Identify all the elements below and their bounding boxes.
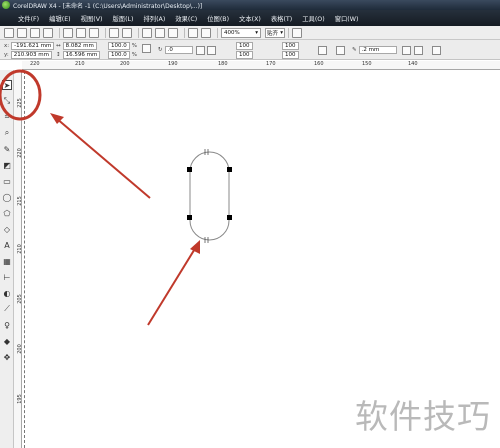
- menu-arrange[interactable]: 排列(A): [143, 14, 165, 23]
- round-corners-lock-icon[interactable]: [318, 46, 327, 55]
- interactive-blend-tool-icon[interactable]: ◐: [2, 288, 12, 298]
- shape-tool-icon[interactable]: ⤡: [2, 96, 12, 106]
- smart-fill-tool-icon[interactable]: ◩: [2, 160, 12, 170]
- menu-bar: 文件(F) 编辑(E) 视图(V) 版面(L) 排列(A) 效果(C) 位图(B…: [0, 10, 500, 26]
- to-front-icon[interactable]: [402, 46, 411, 55]
- width-icon: ↔: [56, 43, 61, 49]
- width-field[interactable]: ↔ 8.082 mm: [56, 42, 97, 50]
- undo-icon[interactable]: [109, 27, 119, 38]
- table-tool-icon[interactable]: ▦: [2, 256, 12, 266]
- rectangle-tool-icon[interactable]: ▭: [2, 176, 12, 186]
- eyedropper-tool-icon[interactable]: ⟋: [2, 304, 12, 314]
- new-document-icon[interactable]: [4, 27, 14, 38]
- toolbox: ➤ ⤡ ⌗ ⌕ ✎ ◩ ▭ ◯ ⬠ ◇ A ▦ ⊢ ◐ ⟋ ♀ ◆ ✥: [0, 70, 14, 448]
- vertical-ruler[interactable]: 225 220 215 210 205 200 195: [14, 70, 23, 448]
- outline-pen-tool-icon[interactable]: ♀: [2, 320, 12, 330]
- print-icon[interactable]: [43, 27, 53, 38]
- zoom-level-value: 400%: [224, 29, 240, 36]
- snap-to-label: 贴齐: [267, 30, 279, 37]
- parallel-dimension-tool-icon[interactable]: ⊢: [2, 272, 12, 282]
- mirror-horizontal-icon[interactable]: [196, 46, 205, 55]
- scale-height-value[interactable]: 100.0: [108, 51, 130, 59]
- height-field[interactable]: ↕ 16.596 mm: [56, 51, 101, 59]
- redo-icon[interactable]: [122, 27, 132, 38]
- menu-window[interactable]: 窗口(W): [335, 14, 359, 23]
- rotation-field[interactable]: ↻ .0: [158, 46, 193, 54]
- basic-shapes-tool-icon[interactable]: ◇: [2, 224, 12, 234]
- width-value[interactable]: 8.082 mm: [62, 42, 97, 50]
- watermark-text: 软件技巧: [355, 397, 491, 436]
- ellipse-tool-icon[interactable]: ◯: [2, 192, 12, 202]
- polygon-tool-icon[interactable]: ⬠: [2, 208, 12, 218]
- welcome-screen-icon[interactable]: [201, 27, 211, 38]
- interactive-fill-tool-icon[interactable]: ✥: [2, 352, 12, 362]
- menu-view[interactable]: 视图(V): [81, 14, 103, 23]
- rotate-icon: ↻: [158, 47, 163, 53]
- wrap-text-icon[interactable]: [336, 46, 345, 55]
- menu-file[interactable]: 文件(F): [18, 14, 39, 23]
- lock-ratio-icon[interactable]: [142, 44, 151, 53]
- paste-icon[interactable]: [89, 27, 99, 38]
- menu-text[interactable]: 文本(X): [239, 14, 261, 23]
- fill-tool-icon[interactable]: ◆: [2, 336, 12, 346]
- snap-to-dropdown[interactable]: 贴齐 ▾: [265, 27, 285, 38]
- menu-edit[interactable]: 编辑(E): [49, 14, 71, 23]
- export-icon[interactable]: [168, 27, 178, 38]
- horizontal-ruler[interactable]: 220 210 200 190 180 170 160 150 140: [22, 61, 500, 70]
- pick-tool-icon[interactable]: ➤: [2, 80, 12, 90]
- chevron-down-icon: ▾: [280, 29, 283, 36]
- open-folder-icon[interactable]: [17, 27, 27, 38]
- corner-radius-1-field[interactable]: 100: [236, 42, 253, 50]
- menu-bitmaps[interactable]: 位图(B): [207, 14, 229, 23]
- standard-toolbar: 400% ▾ 贴齐 ▾: [0, 26, 500, 40]
- search-content-icon[interactable]: [142, 27, 152, 38]
- application-launcher-icon[interactable]: [188, 27, 198, 38]
- import-icon[interactable]: [155, 27, 165, 38]
- coreldraw-logo-icon: [2, 1, 10, 9]
- save-icon[interactable]: [30, 27, 40, 38]
- zoom-level-select[interactable]: 400% ▾: [221, 27, 261, 38]
- y-position-value[interactable]: 210.903 mm: [10, 51, 52, 59]
- zoom-tool-icon[interactable]: ⌕: [2, 128, 12, 138]
- convert-to-curves-icon[interactable]: [432, 46, 441, 55]
- scale-width-field[interactable]: 100.0 %: [108, 42, 139, 50]
- copy-icon[interactable]: [76, 27, 86, 38]
- menu-tools[interactable]: 工具(O): [302, 14, 324, 23]
- x-position-value[interactable]: -191.621 mm: [11, 42, 55, 50]
- crop-tool-icon[interactable]: ⌗: [2, 112, 12, 122]
- menu-effects[interactable]: 效果(C): [175, 14, 197, 23]
- outline-width-field[interactable]: ✎ .2 mm: [352, 46, 397, 54]
- rotation-value[interactable]: .0: [164, 46, 193, 54]
- window-title: CorelDRAW X4 - [未命名 -1 (C:\Users\Adminis…: [13, 2, 203, 10]
- y-position-field[interactable]: y: 210.903 mm: [4, 51, 52, 59]
- scale-width-value[interactable]: 100.0: [108, 42, 130, 50]
- freehand-tool-icon[interactable]: ✎: [2, 144, 12, 154]
- text-tool-icon[interactable]: A: [2, 240, 12, 250]
- chevron-down-icon: ▾: [255, 29, 258, 36]
- height-icon: ↕: [56, 52, 61, 58]
- property-bar: x: -191.621 mm y: 210.903 mm ↔ 8.082 mm …: [0, 40, 500, 60]
- height-value[interactable]: 16.596 mm: [62, 51, 101, 59]
- options-icon[interactable]: [292, 27, 302, 38]
- to-back-icon[interactable]: [414, 46, 423, 55]
- page-border: [24, 71, 25, 448]
- outline-pen-icon: ✎: [352, 47, 357, 53]
- corner-radius-2-field[interactable]: 100: [236, 51, 253, 59]
- title-bar: CorelDRAW X4 - [未命名 -1 (C:\Users\Adminis…: [0, 0, 500, 10]
- scale-height-field[interactable]: 100.0 %: [108, 51, 139, 59]
- corner-radius-3-field[interactable]: 100: [282, 42, 299, 50]
- x-position-field[interactable]: x: -191.621 mm: [4, 42, 55, 50]
- mirror-vertical-icon[interactable]: [207, 46, 216, 55]
- corner-radius-4-field[interactable]: 100: [282, 51, 299, 59]
- outline-width-value[interactable]: .2 mm: [358, 46, 397, 54]
- menu-table[interactable]: 表格(T): [271, 14, 292, 23]
- menu-layout[interactable]: 版面(L): [112, 14, 133, 23]
- cut-icon[interactable]: [63, 27, 73, 38]
